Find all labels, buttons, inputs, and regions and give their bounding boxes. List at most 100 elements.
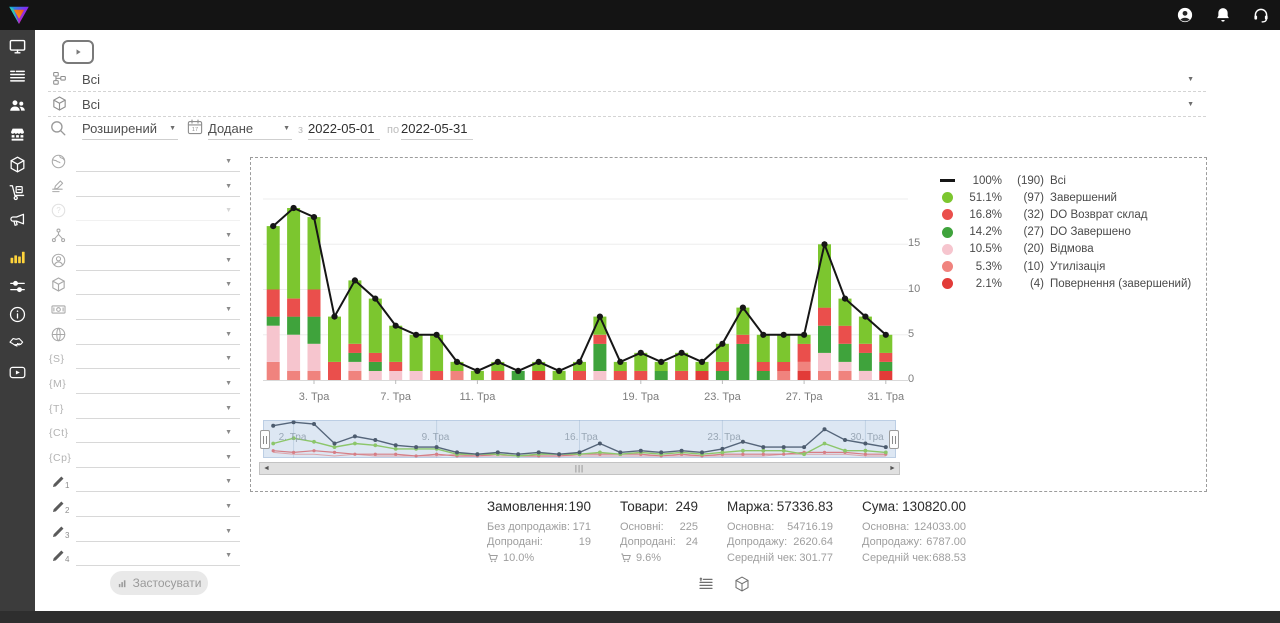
stat-sub-value: 301.77 <box>799 552 833 564</box>
support-icon[interactable] <box>1252 6 1270 24</box>
upsell-rate-row: 10.0% <box>487 550 591 566</box>
help-video-button[interactable] <box>62 40 94 64</box>
legend-percent: 16.8% <box>960 209 1002 221</box>
dropdown-underline <box>76 541 240 542</box>
dropdown-underline <box>76 294 240 295</box>
bell-icon[interactable] <box>1214 6 1232 24</box>
stat-sub-row: Середній чек:688.53 <box>862 550 966 566</box>
sidebar-item-megaphone-icon[interactable] <box>8 211 27 230</box>
bottom-strip <box>0 611 1280 623</box>
sidebar-item-store-icon[interactable] <box>8 125 27 144</box>
legend-line-marker <box>939 179 955 182</box>
date-to-input[interactable]: 2022-05-31 <box>401 118 473 140</box>
date-field-select[interactable]: Додане ▼ <box>208 118 292 140</box>
chevron-down-icon: ▼ <box>225 232 232 239</box>
chart-navigator[interactable]: 2. Тра9. Тра16. Тра23. Тра30. Тра <box>263 420 896 458</box>
upsell-rate-value: 9.6% <box>636 552 661 564</box>
product-filter-select[interactable]: Всі ▼ <box>48 93 1206 117</box>
navigator-left-handle[interactable] <box>260 430 270 449</box>
search-mode-select[interactable]: Розширений ▼ <box>82 118 178 140</box>
stat-sub-value: 124033.00 <box>914 521 966 533</box>
dropdown-underline <box>76 344 240 345</box>
legend-item[interactable]: 2.1%(4)Повернення (завершений) <box>939 275 1191 292</box>
filter-row-pencil2[interactable]: 2▼ <box>48 497 240 519</box>
x-axis-label: 19. Тра <box>617 391 665 403</box>
legend-dot-marker <box>939 278 955 289</box>
code-tag-icon: {T} <box>49 403 64 415</box>
stat-value: 190 <box>568 499 591 519</box>
date-from-input[interactable]: 2022-05-01 <box>308 118 380 140</box>
filter-row-signature[interactable]: ▼ <box>48 177 240 199</box>
scroll-right-arrow[interactable]: ► <box>886 465 899 472</box>
filter-row-web[interactable]: ▼ <box>48 325 240 347</box>
y-axis-label: 15 <box>908 237 934 249</box>
scrollbar-grip[interactable]: ||| <box>575 464 584 473</box>
filter-row-code-Tcode-[interactable]: {T}▼ <box>48 399 240 421</box>
cube-view-icon[interactable] <box>733 575 751 593</box>
filter-row-cube[interactable]: ▼ <box>48 275 240 297</box>
apply-button[interactable]: Застосувати <box>110 571 208 595</box>
chevron-down-icon: ▼ <box>225 207 232 214</box>
filter-row-pencil4[interactable]: 4▼ <box>48 546 240 568</box>
filter-row-question[interactable]: ?▼ <box>48 201 240 223</box>
navigator-right-handle[interactable] <box>889 430 899 449</box>
legend-label: Відмова <box>1050 243 1094 255</box>
filter-row-globe[interactable]: ▼ <box>48 152 240 174</box>
legend-item[interactable]: 14.2%(27)DO Завершено <box>939 224 1191 241</box>
stat-sub-value: 688.53 <box>932 552 966 564</box>
sidebar-item-shipping-icon[interactable] <box>8 183 27 202</box>
filter-row-code-Mcode-[interactable]: {M}▼ <box>48 374 240 396</box>
sidebar-item-package-icon[interactable] <box>8 155 27 174</box>
sidebar-item-monitor-icon[interactable] <box>8 37 27 56</box>
banknote-icon <box>50 301 67 318</box>
navigator-date-label: 30. Тра <box>850 432 883 443</box>
stat-sub-label: Середній чек: <box>727 552 797 564</box>
filter-row-banknote[interactable]: ▼ <box>48 300 240 322</box>
chevron-down-icon: ▼ <box>225 552 232 559</box>
legend-label: DO Завершено <box>1050 226 1131 238</box>
sidebar-item-video-icon[interactable] <box>8 363 27 382</box>
sidebar-item-info-icon[interactable] <box>8 305 27 324</box>
orders-stacked-chart[interactable] <box>263 166 908 386</box>
signature-icon <box>50 178 67 195</box>
legend-label: Повернення (завершений) <box>1050 278 1191 290</box>
legend-item[interactable]: 51.1%(97)Завершений <box>939 189 1191 206</box>
filter-row-code-Ctcode-[interactable]: {Ct}▼ <box>48 423 240 445</box>
chart-scrollbar[interactable]: ◄ ||| ► <box>259 462 900 475</box>
filter-row-pencil1[interactable]: 1▼ <box>48 472 240 494</box>
legend-item[interactable]: 10.5%(20)Відмова <box>939 241 1191 258</box>
svg-text:17: 17 <box>192 127 198 133</box>
legend-item[interactable]: 16.8%(32)DO Возврат склад <box>939 206 1191 223</box>
stat-sub-value: 6787.00 <box>926 536 966 548</box>
list-view-icon[interactable] <box>697 575 715 593</box>
app-logo[interactable] <box>7 3 31 27</box>
navigator-date-label: 2. Тра <box>279 432 307 443</box>
legend-label: Утилізація <box>1050 261 1105 273</box>
filter-row-code-Cpcode-[interactable]: {Cp}▼ <box>48 448 240 470</box>
category-filter-select[interactable]: Всі ▼ <box>48 68 1206 92</box>
y-axis-label: 5 <box>908 328 934 340</box>
filter-row-code-Scode-[interactable]: {S}▼ <box>48 349 240 371</box>
stat-sub-row: Основна:54716.19 <box>727 519 833 535</box>
chevron-down-icon: ▼ <box>225 158 232 165</box>
x-axis-label: 11. Тра <box>453 391 501 403</box>
sidebar-item-clients-icon[interactable] <box>8 96 27 115</box>
sidebar-item-analytics-icon[interactable] <box>8 247 27 266</box>
search-mode-value: Розширений <box>82 121 157 136</box>
sidebar-item-handshake-icon[interactable] <box>8 333 27 352</box>
legend-item[interactable]: 100%(190)Всі <box>939 172 1191 189</box>
scroll-left-arrow[interactable]: ◄ <box>260 465 273 472</box>
stat-sub-label: Основна: <box>727 521 774 533</box>
filter-row-pencil3[interactable]: 3▼ <box>48 522 240 544</box>
filter-row-user-circle[interactable]: ▼ <box>48 251 240 273</box>
svg-text:?: ? <box>56 206 61 215</box>
user-icon[interactable] <box>1176 6 1194 24</box>
dropdown-underline <box>76 196 240 197</box>
filter-row-hierarchy[interactable]: ▼ <box>48 226 240 248</box>
sidebar-item-sliders-icon[interactable] <box>8 277 27 296</box>
legend-count: (190) <box>1002 175 1044 187</box>
dashboard-page: Всі ▼ Всі ▼ Розширений ▼ 17 Додане ▼ з 2… <box>0 0 1280 623</box>
stat-sub-value: 2620.64 <box>793 536 833 548</box>
sidebar-item-orders-list-icon[interactable] <box>8 67 27 86</box>
legend-item[interactable]: 5.3%(10)Утилізація <box>939 258 1191 275</box>
